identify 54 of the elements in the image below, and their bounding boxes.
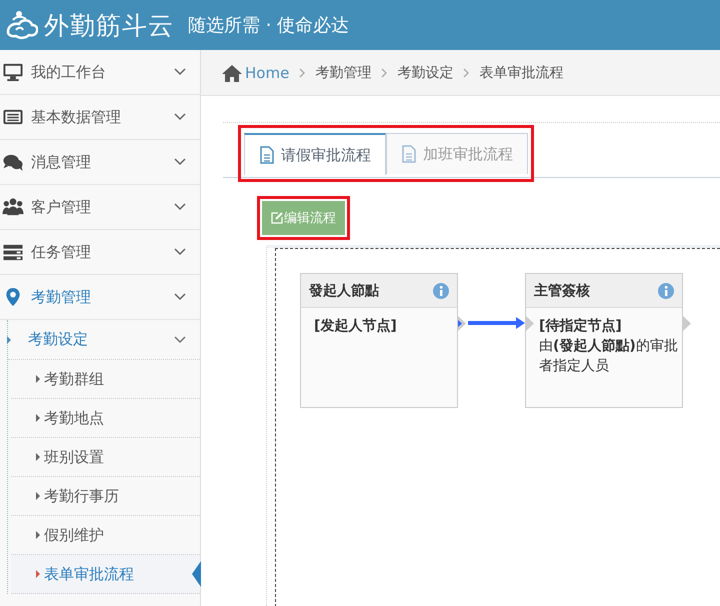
caret-right-icon [7,336,11,344]
users-icon [2,197,24,217]
chevron-down-icon [174,113,186,121]
submenu-item[interactable]: 表单审批流程 [11,555,200,594]
node-title: 主管簽核 [534,282,591,300]
chevron-down-icon [174,293,186,301]
submenu-item[interactable]: 考勤地点 [11,399,200,438]
tab[interactable]: 请假审批流程 [244,133,386,175]
chevron-down-icon [174,248,186,256]
caret-right-icon [36,570,40,578]
info-icon[interactable] [433,282,449,298]
caret-right-icon [36,453,40,461]
chevron-down-icon [174,158,186,166]
logo-text: 外勤筋斗云 [44,10,174,42]
chevron-right-icon [463,68,470,78]
chevron-right-icon [381,68,388,78]
node-text: 由(發起人節點)的审批者指定人员 [539,337,679,376]
menu-item[interactable]: 客户管理 [0,185,200,230]
cloud-logo-icon [4,8,38,42]
breadcrumb-current: 表单审批流程 [479,64,564,82]
flow-node[interactable]: 發起人節點 [发起人节点] [300,273,458,408]
edit-icon [271,212,283,224]
node-text: [待指定节点] [539,316,623,336]
chevron-down-icon [174,68,186,76]
pointer-icon [192,561,201,587]
menu-item[interactable]: 消息管理 [0,140,200,185]
caret-right-icon [36,531,40,539]
caret-right-icon [36,492,40,500]
submenu-item[interactable]: 考勤设定 [8,320,200,360]
document-icon [259,146,275,164]
menu-item[interactable]: 我的工作台 [0,50,200,95]
submenu-item[interactable]: 班别设置 [11,438,200,477]
chevron-right-icon [299,68,306,78]
chevron-down-icon [174,336,186,344]
tagline: 随选所需 · 使命必达 [188,14,350,37]
flow-node[interactable]: 主管簽核 [待指定节点] 由(發起人節點)的审批者指定人员 [525,273,683,408]
node-title: 發起人節點 [309,282,380,300]
connector-arrow [468,317,525,329]
info-icon[interactable] [658,282,674,298]
submenu-item[interactable]: 考勤行事历 [11,477,200,516]
chat-icon [2,152,24,172]
caret-right-icon [36,375,40,383]
breadcrumb-link[interactable]: 考勤管理 [315,64,372,82]
menu-item[interactable]: 基本数据管理 [0,95,200,140]
breadcrumb-link[interactable]: 考勤设定 [397,64,454,82]
node-text: [发起人节点] [314,317,398,336]
caret-right-icon [36,414,40,422]
home-icon [221,64,243,82]
document-icon [401,145,417,163]
output-port-icon [458,316,466,331]
chevron-down-icon [174,203,186,211]
submenu-item[interactable]: 考勤群组 [11,360,200,399]
menu-item[interactable]: 考勤管理 [0,275,200,320]
menu-item[interactable]: 任务管理 [0,230,200,275]
